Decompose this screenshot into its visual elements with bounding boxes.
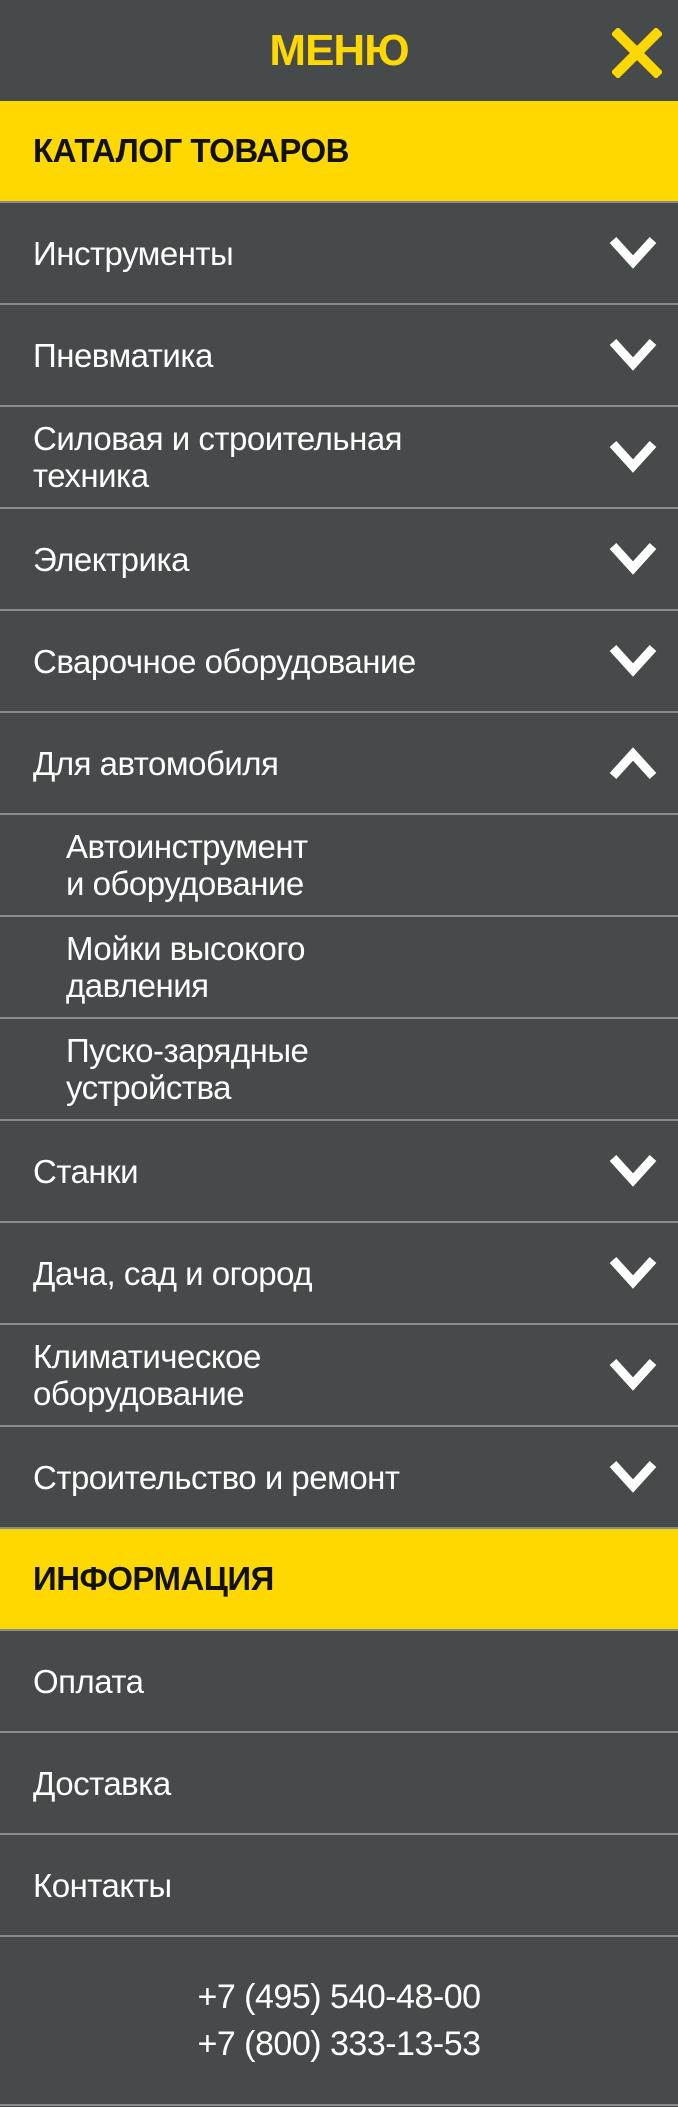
- catalog-item[interactable]: Сварочное оборудование: [0, 611, 678, 713]
- chevron-down-icon[interactable]: [608, 1357, 658, 1393]
- info-item[interactable]: Оплата: [0, 1631, 678, 1733]
- row-label: Станки: [33, 1152, 139, 1190]
- section-catalog: КАТАЛОГ ТОВАРОВ: [0, 101, 678, 203]
- chevron-down-icon[interactable]: [608, 1459, 658, 1495]
- row-label: Оплата: [33, 1662, 144, 1700]
- catalog-item[interactable]: Силовая и строительная техника: [0, 407, 678, 509]
- chevron-down-icon[interactable]: [608, 1255, 658, 1291]
- section-info-title: ИНФОРМАЦИЯ: [33, 1560, 274, 1597]
- catalog-item[interactable]: Станки: [0, 1121, 678, 1223]
- section-info: ИНФОРМАЦИЯ: [0, 1529, 678, 1631]
- catalog-item[interactable]: Строительство и ремонт: [0, 1427, 678, 1529]
- catalog-subitem[interactable]: Пуско-зарядные устройства: [0, 1019, 678, 1121]
- chevron-down-icon[interactable]: [608, 235, 658, 271]
- chevron-down-icon[interactable]: [608, 439, 658, 475]
- menu-header: МЕНЮ: [0, 0, 678, 101]
- catalog-item[interactable]: Пневматика: [0, 305, 678, 407]
- catalog-item[interactable]: Инструменты: [0, 203, 678, 305]
- chevron-down-icon[interactable]: [608, 541, 658, 577]
- info-list: Оплата Доставка Контакты: [0, 1631, 678, 1937]
- catalog-item[interactable]: Для автомобиля: [0, 713, 678, 815]
- row-label: Дача, сад и огород: [33, 1254, 313, 1292]
- catalog-subitem[interactable]: Автоинструмент и оборудование: [0, 815, 678, 917]
- catalog-subitem[interactable]: Мойки высокого давления: [0, 917, 678, 1019]
- row-label: Силовая и строительная техника: [33, 420, 403, 494]
- phone-link[interactable]: +7 (800) 333-13-53: [197, 2021, 481, 2068]
- row-label: Инструменты: [33, 234, 234, 272]
- info-item[interactable]: Контакты: [0, 1835, 678, 1937]
- row-label: Электрика: [33, 540, 189, 578]
- row-label: Доставка: [33, 1764, 171, 1802]
- close-icon[interactable]: [612, 28, 662, 78]
- menu-title: МЕНЮ: [269, 26, 409, 75]
- info-item[interactable]: Доставка: [0, 1733, 678, 1835]
- catalog-list: Инструменты Пневматика Силовая и строитель…: [0, 203, 678, 1529]
- row-label: Климатическое оборудование: [33, 1338, 261, 1412]
- row-label: Контакты: [33, 1866, 172, 1904]
- row-label: Сварочное оборудование: [33, 642, 416, 680]
- row-label: Мойки высокого давления: [66, 930, 306, 1004]
- row-label: Для автомобиля: [33, 744, 279, 782]
- catalog-item[interactable]: Климатическое оборудование: [0, 1325, 678, 1427]
- row-label: Строительство и ремонт: [33, 1458, 400, 1496]
- phone-link[interactable]: +7 (495) 540-48-00: [197, 1974, 481, 2021]
- section-catalog-title: КАТАЛОГ ТОВАРОВ: [33, 132, 349, 169]
- chevron-down-icon[interactable]: [608, 1153, 658, 1189]
- row-label: Пуско-зарядные устройства: [66, 1032, 309, 1106]
- chevron-down-icon[interactable]: [608, 643, 658, 679]
- catalog-item[interactable]: Электрика: [0, 509, 678, 611]
- chevron-down-icon[interactable]: [608, 337, 658, 373]
- catalog-item[interactable]: Дача, сад и огород: [0, 1223, 678, 1325]
- chevron-up-icon[interactable]: [608, 745, 658, 781]
- phones: +7 (495) 540-48-00 +7 (800) 333-13-53: [0, 1937, 678, 2106]
- row-label: Пневматика: [33, 336, 213, 374]
- row-label: Автоинструмент и оборудование: [66, 828, 308, 902]
